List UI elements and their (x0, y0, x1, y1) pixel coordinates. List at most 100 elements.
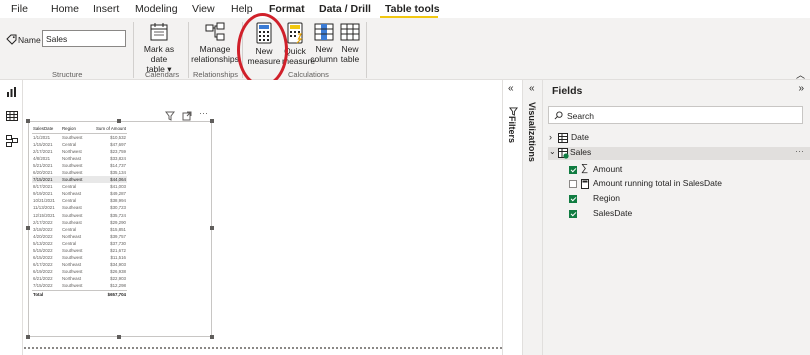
manage-relationships-button[interactable]: Manage relationships (191, 22, 239, 64)
cell-salesdate: 1/1/2021 (33, 134, 51, 140)
cell-salesdate: 6/20/2021 (33, 169, 53, 175)
new-table-button[interactable]: New table (339, 22, 361, 64)
table-row[interactable]: 11/13/2021 Southeast $30,723 (32, 204, 127, 211)
expand-filters-icon[interactable]: « (508, 83, 514, 94)
tab-format[interactable]: Format (269, 3, 305, 15)
table-row[interactable]: 6/21/2022 Northeast $22,903 (32, 275, 127, 282)
tab-file[interactable]: File (11, 3, 28, 15)
visualizations-pane[interactable]: « Visualizations (522, 80, 542, 355)
cell-salesdate: 6/15/2022 (33, 255, 53, 261)
field-checkbox[interactable] (569, 166, 577, 174)
more-options-icon[interactable]: ··· (795, 146, 804, 156)
fields-search-input[interactable]: Search (548, 106, 803, 124)
tab-view[interactable]: View (192, 3, 215, 15)
cell-salesdate: 6/21/2022 (33, 276, 53, 282)
search-placeholder: Search (567, 111, 594, 121)
mark-as-date-table-button[interactable]: Mark as date table ▾ (136, 22, 182, 74)
table-row[interactable]: 9/19/2021 Northeast $49,287 (32, 190, 127, 197)
model-view-icon[interactable] (6, 135, 18, 147)
filters-label: Filters (507, 116, 517, 144)
cell-amount: $12,298 (110, 283, 126, 289)
data-view-icon[interactable] (6, 110, 18, 122)
table-row[interactable]: 1/15/2021 Central $47,697 (32, 141, 127, 148)
table-name: Sales (570, 147, 592, 157)
table-row[interactable]: 5/15/2022 Southwest $21,672 (32, 247, 127, 254)
cell-amount: $33,824 (110, 155, 126, 161)
table-row[interactable]: 10/21/2021 Central $38,994 (32, 197, 127, 204)
table-row[interactable]: 4/8/2021 Northeast $33,824 (32, 155, 127, 162)
cell-amount: $29,290 (110, 219, 126, 225)
cell-region: Northeast (62, 276, 82, 282)
annotation-circle (237, 13, 288, 87)
table-row[interactable]: 1/1/2021 Southwest $10,532 (32, 133, 127, 141)
table-name-input[interactable] (42, 30, 126, 47)
tab-modeling[interactable]: Modeling (135, 3, 178, 15)
new-table-label-2: table (340, 54, 360, 64)
resize-handle[interactable] (26, 119, 30, 123)
ribbon: Name Structure Mark as date table ▾ Cale… (0, 18, 810, 80)
table-row[interactable]: 6/20/2021 Southwest $35,134 (32, 169, 127, 176)
chevron-down-icon: ⌄ (549, 147, 556, 156)
table-row[interactable]: 7/15/2022 Southwest $12,298 (32, 282, 127, 290)
table-icon (558, 148, 569, 159)
table-total-row: Total $657,704 (32, 289, 127, 298)
new-column-button[interactable]: New column (309, 22, 339, 64)
cell-region: Southwest (62, 269, 83, 275)
table-row[interactable]: 6/15/2022 Southwest $11,516 (32, 254, 127, 261)
resize-handle[interactable] (210, 226, 214, 230)
field-checkbox[interactable] (569, 180, 577, 188)
table-row[interactable]: 2/17/2022 Southeast $29,290 (32, 219, 127, 226)
quick-measure-icon (287, 22, 303, 44)
cell-amount: $23,759 (110, 148, 126, 154)
report-view-icon[interactable] (6, 86, 18, 98)
tab-help[interactable]: Help (231, 3, 253, 15)
cell-region: Southwest (62, 169, 83, 175)
table-row[interactable]: 5/13/2022 Central $37,730 (32, 240, 127, 247)
resize-handle[interactable] (210, 119, 214, 123)
cell-region: Southeast (62, 205, 82, 211)
table-row[interactable]: 7/15/2021 Southwest $44,064 (32, 176, 127, 184)
table-header-row: SalesDate Region Sum of Amount (32, 124, 127, 134)
total-value: $657,704 (88, 289, 127, 298)
column-header[interactable]: Sum of Amount (88, 124, 127, 134)
collapse-fields-icon[interactable]: » (798, 83, 804, 94)
filters-pane[interactable]: « Filters (502, 80, 522, 355)
expand-visualizations-icon[interactable]: « (529, 83, 535, 94)
table-row[interactable]: 12/15/2021 Southwest $35,724 (32, 212, 127, 219)
more-options-icon[interactable]: ··· (199, 108, 208, 118)
column-header[interactable]: SalesDate (32, 124, 61, 134)
resize-handle[interactable] (117, 335, 121, 339)
cell-amount: $15,851 (110, 226, 126, 232)
cell-salesdate: 3/18/2022 (33, 226, 53, 232)
tab-home[interactable]: Home (51, 3, 79, 15)
cell-salesdate: 5/21/2021 (33, 162, 53, 168)
new-column-icon (314, 23, 334, 41)
cell-amount: $44,064 (88, 176, 127, 184)
cell-salesdate: 4/8/2021 (33, 155, 51, 161)
page-boundary (24, 347, 502, 349)
table-row[interactable]: 6/17/2022 Northeast $34,903 (32, 261, 127, 268)
resize-handle[interactable] (26, 335, 30, 339)
cell-salesdate: 7/15/2021 (32, 176, 61, 184)
table-row[interactable]: 8/17/2021 Central $41,003 (32, 183, 127, 190)
cell-region: Central (62, 141, 77, 147)
table-row[interactable]: 2/17/2021 Northwest $23,759 (32, 148, 127, 155)
total-spacer (61, 289, 89, 298)
table-visual[interactable]: SalesDate Region Sum of Amount 1/1/2021 S… (26, 119, 214, 339)
tab-data-drill[interactable]: Data / Drill (319, 3, 371, 15)
tab-table-tools[interactable]: Table tools (385, 3, 440, 15)
resize-handle[interactable] (117, 119, 121, 123)
resize-handle[interactable] (210, 335, 214, 339)
tab-insert[interactable]: Insert (93, 3, 119, 15)
field-checkbox[interactable] (569, 210, 577, 218)
table-row[interactable]: 5/21/2021 Southwest $14,737 (32, 162, 127, 169)
cell-amount: $22,903 (110, 276, 126, 282)
column-header[interactable]: Region (61, 124, 89, 134)
resize-handle[interactable] (26, 226, 30, 230)
cell-amount: $30,723 (110, 205, 126, 211)
field-checkbox[interactable] (569, 195, 577, 203)
table-row[interactable]: 6/19/2022 Southwest $26,938 (32, 268, 127, 275)
table-row[interactable]: 4/20/2022 Northeast $39,757 (32, 233, 127, 240)
table-row[interactable]: 3/18/2022 Central $15,851 (32, 226, 127, 233)
table-name: Date (571, 132, 589, 142)
